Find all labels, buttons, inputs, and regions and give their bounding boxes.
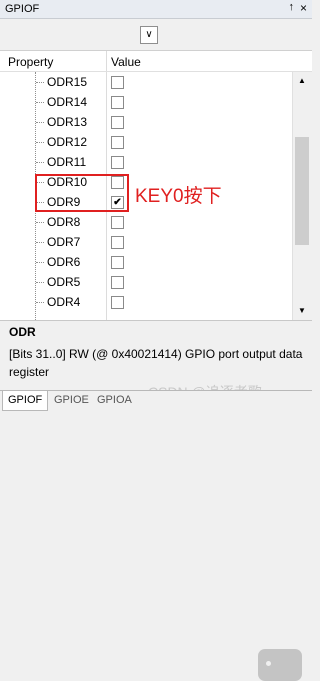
column-headers: Property Value — [0, 51, 312, 72]
toolbar: ∨ — [0, 19, 312, 51]
chevron-down-icon[interactable]: ∨ — [140, 26, 158, 44]
value-checkbox[interactable] — [111, 256, 124, 269]
property-row[interactable]: ODR4 — [0, 292, 292, 312]
scroll-down-icon[interactable]: ▼ — [296, 304, 308, 318]
tree-branch-line — [36, 82, 44, 83]
window-title: GPIOF — [5, 3, 40, 15]
property-name: ODR7 — [47, 235, 81, 249]
tab-gpioa[interactable]: GPIOA — [92, 391, 137, 410]
property-row[interactable]: ODR11 — [0, 152, 292, 172]
property-name: ODR9 — [47, 195, 81, 209]
property-row[interactable]: ODR14 — [0, 92, 292, 112]
property-row[interactable]: ODR13 — [0, 112, 292, 132]
column-divider[interactable] — [106, 51, 107, 71]
property-row[interactable]: ODR5 — [0, 272, 292, 292]
close-icon[interactable]: × — [300, 1, 307, 15]
scroll-up-icon[interactable]: ▲ — [296, 74, 308, 88]
value-checkbox[interactable] — [111, 236, 124, 249]
tree-branch-line — [36, 282, 44, 283]
scrollbar-thumb[interactable] — [295, 137, 309, 245]
annotation-label: KEY0按下 — [135, 186, 222, 207]
value-checkbox[interactable] — [111, 296, 124, 309]
value-checkbox[interactable] — [111, 96, 124, 109]
value-column-header[interactable]: Value — [111, 55, 141, 69]
tree-branch-line — [36, 222, 44, 223]
title-bar: GPIOF ↑ × — [0, 0, 312, 19]
tab-gpioe[interactable]: GPIOE — [49, 391, 94, 410]
value-checkbox[interactable] — [111, 276, 124, 289]
property-name: ODR4 — [47, 295, 81, 309]
property-row[interactable]: ODR8 — [0, 212, 292, 232]
value-checkbox[interactable] — [111, 116, 124, 129]
tree-branch-line — [36, 182, 44, 183]
value-checkbox[interactable] — [111, 136, 124, 149]
property-name: ODR8 — [47, 215, 81, 229]
pin-icon[interactable]: ↑ — [289, 1, 295, 13]
property-row[interactable]: ODR7 — [0, 232, 292, 252]
property-name: ODR15 — [47, 75, 88, 89]
property-row[interactable]: ODR15 — [0, 72, 292, 92]
property-name: ODR5 — [47, 275, 81, 289]
tab-gpiof[interactable]: GPIOF — [2, 391, 49, 411]
property-name: ODR12 — [47, 135, 88, 149]
tree-branch-line — [36, 202, 44, 203]
value-checkbox[interactable] — [111, 216, 124, 229]
value-checkbox[interactable]: ✔ — [111, 196, 124, 209]
property-name: ODR14 — [47, 95, 88, 109]
value-checkbox[interactable] — [111, 176, 124, 189]
property-name: ODR11 — [47, 155, 87, 169]
value-checkbox[interactable] — [111, 76, 124, 89]
tree-branch-line — [36, 262, 44, 263]
vertical-scrollbar[interactable]: ▲ ▼ — [292, 72, 312, 320]
property-name: ODR13 — [47, 115, 88, 129]
property-name: ODR10 — [47, 175, 88, 189]
tree-branch-line — [36, 242, 44, 243]
value-checkbox[interactable] — [111, 156, 124, 169]
property-column-header[interactable]: Property — [8, 55, 53, 69]
tree-branch-line — [36, 302, 44, 303]
tree-branch-line — [36, 102, 44, 103]
description-text: [Bits 31..0] RW (@ 0x40021414) GPIO port… — [9, 347, 303, 379]
property-name: ODR6 — [47, 255, 81, 269]
tree-branch-line — [36, 122, 44, 123]
description-title: ODR — [9, 325, 36, 339]
description-panel: ODR [Bits 31..0] RW (@ 0x40021414) GPIO … — [0, 320, 312, 681]
property-row[interactable]: ODR6 — [0, 252, 292, 272]
tree-branch-line — [36, 162, 44, 163]
watermark-logo-icon — [258, 649, 302, 681]
tree-branch-line — [36, 142, 44, 143]
tab-bar: GPIOF GPIOE GPIOA — [0, 390, 312, 413]
property-row[interactable]: ODR12 — [0, 132, 292, 152]
